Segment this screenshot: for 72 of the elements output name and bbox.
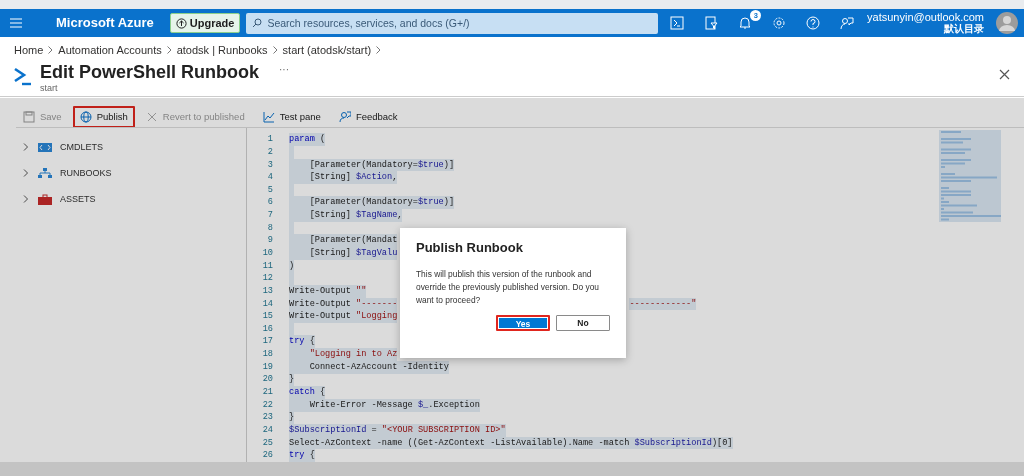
avatar-icon[interactable] [996,12,1018,34]
chevron-right-icon [48,46,54,55]
upgrade-button[interactable]: Upgrade [169,13,241,33]
more-options[interactable]: ··· [279,60,289,79]
line-number: 12 [261,272,273,286]
hierarchy-icon [38,167,52,179]
line-number: 2 [266,145,273,159]
line-number: 26 [261,449,273,463]
arrow-up-circle-icon [175,17,187,29]
brand-name: Microsoft Azure [56,14,154,33]
feedback-icon[interactable] [840,16,855,30]
line-number: 4 [266,171,273,185]
line-number: 15 [261,310,273,324]
page-title: Edit PowerShell Runbook [40,60,259,83]
dialog-title: Publish Runbook [416,240,524,256]
line-number: 3 [266,158,273,172]
code-block-icon [38,141,52,153]
line-number: 14 [261,297,273,311]
line-number: 22 [261,398,273,412]
line-chart-icon [262,111,275,124]
toolbar-button[interactable]: Publish [72,106,135,129]
close-icon [999,68,1010,80]
powershell-icon [14,65,32,86]
line-number: 1 [266,133,273,147]
line-number: 16 [261,322,273,336]
tree-item[interactable]: CMDLETS [16,134,103,161]
feedback-icon [338,111,351,124]
page-subtitle: start [40,82,59,93]
line-number: 20 [261,373,273,387]
terminal-icon[interactable] [670,16,685,30]
chevron-right-icon [272,46,278,55]
save-icon [23,111,35,124]
line-number: 9 [266,234,273,248]
chevron-right-icon [376,46,382,55]
search-icon [252,18,263,28]
line-number: 6 [266,196,273,210]
breadcrumb-link[interactable]: Home [14,42,44,59]
line-number: 8 [266,221,273,235]
dialog-button[interactable]: Yes [496,314,550,331]
tree-item[interactable]: RUNBOOKS [16,160,112,187]
globe-icon [79,111,92,124]
toolbar-button[interactable]: Feedback [331,106,405,129]
line-number: 13 [261,284,273,298]
line-number: 10 [261,247,273,260]
breadcrumb-link[interactable]: start (atodsk/start) [282,42,372,59]
bell-icon[interactable] [738,16,753,30]
breadcrumb-link[interactable]: Automation Accounts [58,42,162,59]
x-icon [145,111,158,124]
line-number: 19 [261,360,273,374]
line-number: 11 [261,259,273,273]
line-number: 23 [261,411,273,425]
help-icon[interactable] [806,16,821,30]
menu-icon[interactable] [10,18,22,28]
filter-book-icon[interactable] [704,16,719,30]
line-number: 25 [261,436,273,450]
dialog-button[interactable]: No [556,314,610,331]
breadcrumb-link[interactable]: atodsk | Runbooks [176,42,268,59]
toolbar-button[interactable]: Test pane [255,106,328,129]
line-number: 17 [261,335,273,349]
settings-icon[interactable] [772,16,787,30]
briefcase-icon [38,193,52,205]
chevron-right-icon [166,46,172,55]
line-number: 18 [261,348,273,361]
search-field[interactable]: Search resources, services, and docs (G+/) [246,12,658,34]
dialog-message: This will publish this version of the runbook and override the previously published version. Do you want to proceed? [416,267,600,307]
line-number: 7 [266,209,273,222]
directory-name: 默认目录 [943,23,984,35]
line-number: 24 [261,423,273,437]
line-number: 21 [261,386,273,399]
tree-item[interactable]: ASSETS [16,186,96,213]
line-number: 5 [266,183,273,197]
account-email[interactable]: yatsunyin@outlook.com [867,11,984,23]
